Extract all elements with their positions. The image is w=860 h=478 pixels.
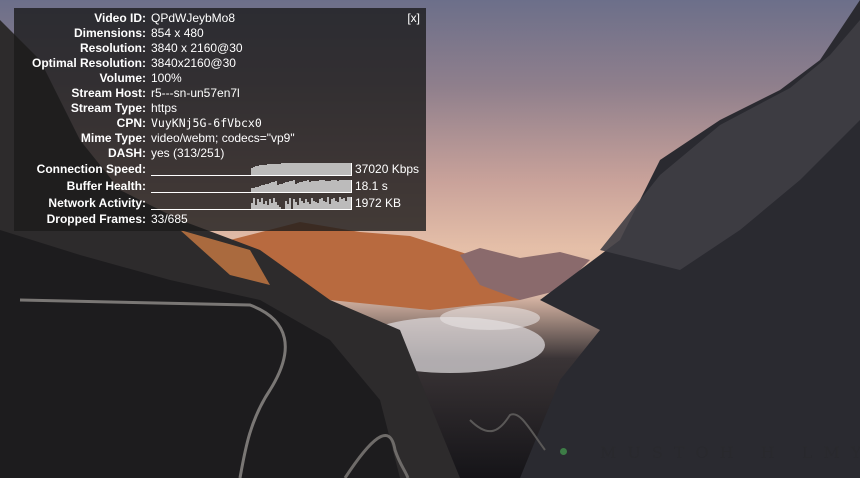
- connection-speed-graph: [151, 163, 352, 176]
- stat-row-network-activity: Network Activity: 1972 KB: [14, 195, 426, 212]
- stat-value: VuyKNj5G-6fVbcx0: [151, 116, 262, 130]
- stat-value: 37020 Kbps: [355, 162, 420, 176]
- graph-bar: [349, 180, 351, 192]
- stat-row-mime-type: Mime Type: video/webm; codecs="vp9": [14, 131, 426, 146]
- close-stats-button[interactable]: [x]: [407, 11, 420, 26]
- stats-for-nerds-panel: [x] Video ID: QPdWJeybMo8 Dimensions: 85…: [14, 8, 426, 231]
- stat-label: Network Activity:: [48, 196, 146, 210]
- stat-row-stream-host: Stream Host: r5---sn-un57en7l: [14, 86, 426, 101]
- stat-row-stream-type: Stream Type: https: [14, 101, 426, 116]
- stat-row-connection-speed: Connection Speed: 37020 Kbps: [14, 161, 426, 178]
- stat-label: Volume:: [99, 71, 146, 85]
- stat-value: 3840 x 2160@30: [151, 41, 243, 55]
- stat-value: https: [151, 101, 178, 115]
- stat-row-dimensions: Dimensions: 854 x 480: [14, 26, 426, 41]
- graph-bar: [349, 163, 351, 175]
- stat-label: Stream Type:: [70, 101, 146, 115]
- stat-label: Mime Type:: [80, 131, 146, 145]
- stat-value: 100%: [151, 71, 182, 85]
- stat-label: Resolution:: [80, 41, 146, 55]
- stat-label: DASH:: [108, 146, 146, 160]
- stat-row-resolution: Resolution: 3840 x 2160@30: [14, 41, 426, 56]
- stat-value: 33/685: [151, 212, 188, 226]
- stat-label: Dimensions:: [73, 26, 146, 40]
- channel-watermark: MUSTOH H LMY: [600, 443, 860, 462]
- stat-label: Optimal Resolution:: [32, 56, 146, 70]
- stat-label: Video ID:: [94, 11, 146, 25]
- stat-row-dropped-frames: Dropped Frames: 33/685: [14, 212, 426, 227]
- stat-row-cpn: CPN: VuyKNj5G-6fVbcx0: [14, 116, 426, 131]
- stat-value: 1972 KB: [355, 196, 402, 210]
- graph-bar: [349, 197, 351, 209]
- buffer-health-graph: [151, 180, 352, 193]
- stat-value: video/webm; codecs="vp9": [151, 131, 295, 145]
- stat-label: CPN:: [116, 116, 146, 130]
- stat-label: Stream Host:: [71, 86, 146, 100]
- stat-label: Dropped Frames:: [46, 212, 146, 226]
- stat-value: yes (313/251): [151, 146, 225, 160]
- stat-value: r5---sn-un57en7l: [151, 86, 240, 100]
- stat-row-optimal-resolution: Optimal Resolution: 3840x2160@30: [14, 56, 426, 71]
- network-activity-graph: [151, 197, 352, 210]
- graph-bar: [279, 207, 281, 209]
- stat-value: QPdWJeybMo8: [151, 11, 236, 25]
- stat-row-volume: Volume: 100%: [14, 71, 426, 86]
- video-player[interactable]: MUSTOH H LMY [x] Video ID: QPdWJeybMo8 D…: [0, 0, 860, 478]
- stat-value: 3840x2160@30: [151, 56, 236, 70]
- stat-row-dash: DASH: yes (313/251): [14, 146, 426, 161]
- stat-value: 18.1 s: [355, 179, 388, 193]
- stat-value: 854 x 480: [151, 26, 204, 40]
- graph-bar: [289, 198, 291, 209]
- stat-label: Buffer Health:: [66, 179, 146, 193]
- stat-label: Connection Speed:: [36, 162, 146, 176]
- stat-row-video-id: Video ID: QPdWJeybMo8: [14, 11, 426, 26]
- stat-row-buffer-health: Buffer Health: 18.1 s: [14, 178, 426, 195]
- watermark-logo-icon: [560, 448, 567, 455]
